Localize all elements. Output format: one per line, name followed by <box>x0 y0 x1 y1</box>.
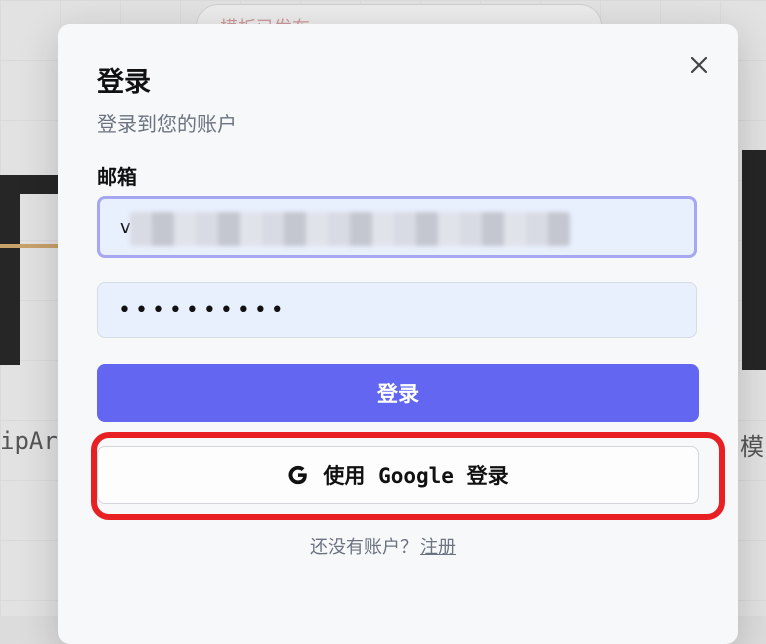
email-label: 邮箱 <box>97 165 137 189</box>
google-icon <box>287 464 309 486</box>
password-field[interactable] <box>97 282 697 338</box>
signup-link[interactable]: 注册 <box>420 537 456 558</box>
background-side-text-right: 模 <box>740 433 764 461</box>
close-button[interactable] <box>686 52 712 78</box>
modal-title: 登录 <box>97 67 151 98</box>
background-underline <box>0 244 60 248</box>
close-icon <box>690 56 708 74</box>
background-side-text-left: ipAr <box>0 427 58 455</box>
modal-subtitle: 登录到您的账户 <box>97 112 237 136</box>
email-redaction-blur <box>130 212 570 246</box>
background-headline-right <box>742 150 766 370</box>
signup-row: 还没有账户？ 注册 <box>0 533 766 559</box>
login-button[interactable]: 登录 <box>97 364 699 422</box>
no-account-text: 还没有账户？ <box>310 537 418 558</box>
google-login-button[interactable]: 使用 Google 登录 <box>97 446 699 504</box>
google-login-label: 使用 Google 登录 <box>323 464 509 488</box>
